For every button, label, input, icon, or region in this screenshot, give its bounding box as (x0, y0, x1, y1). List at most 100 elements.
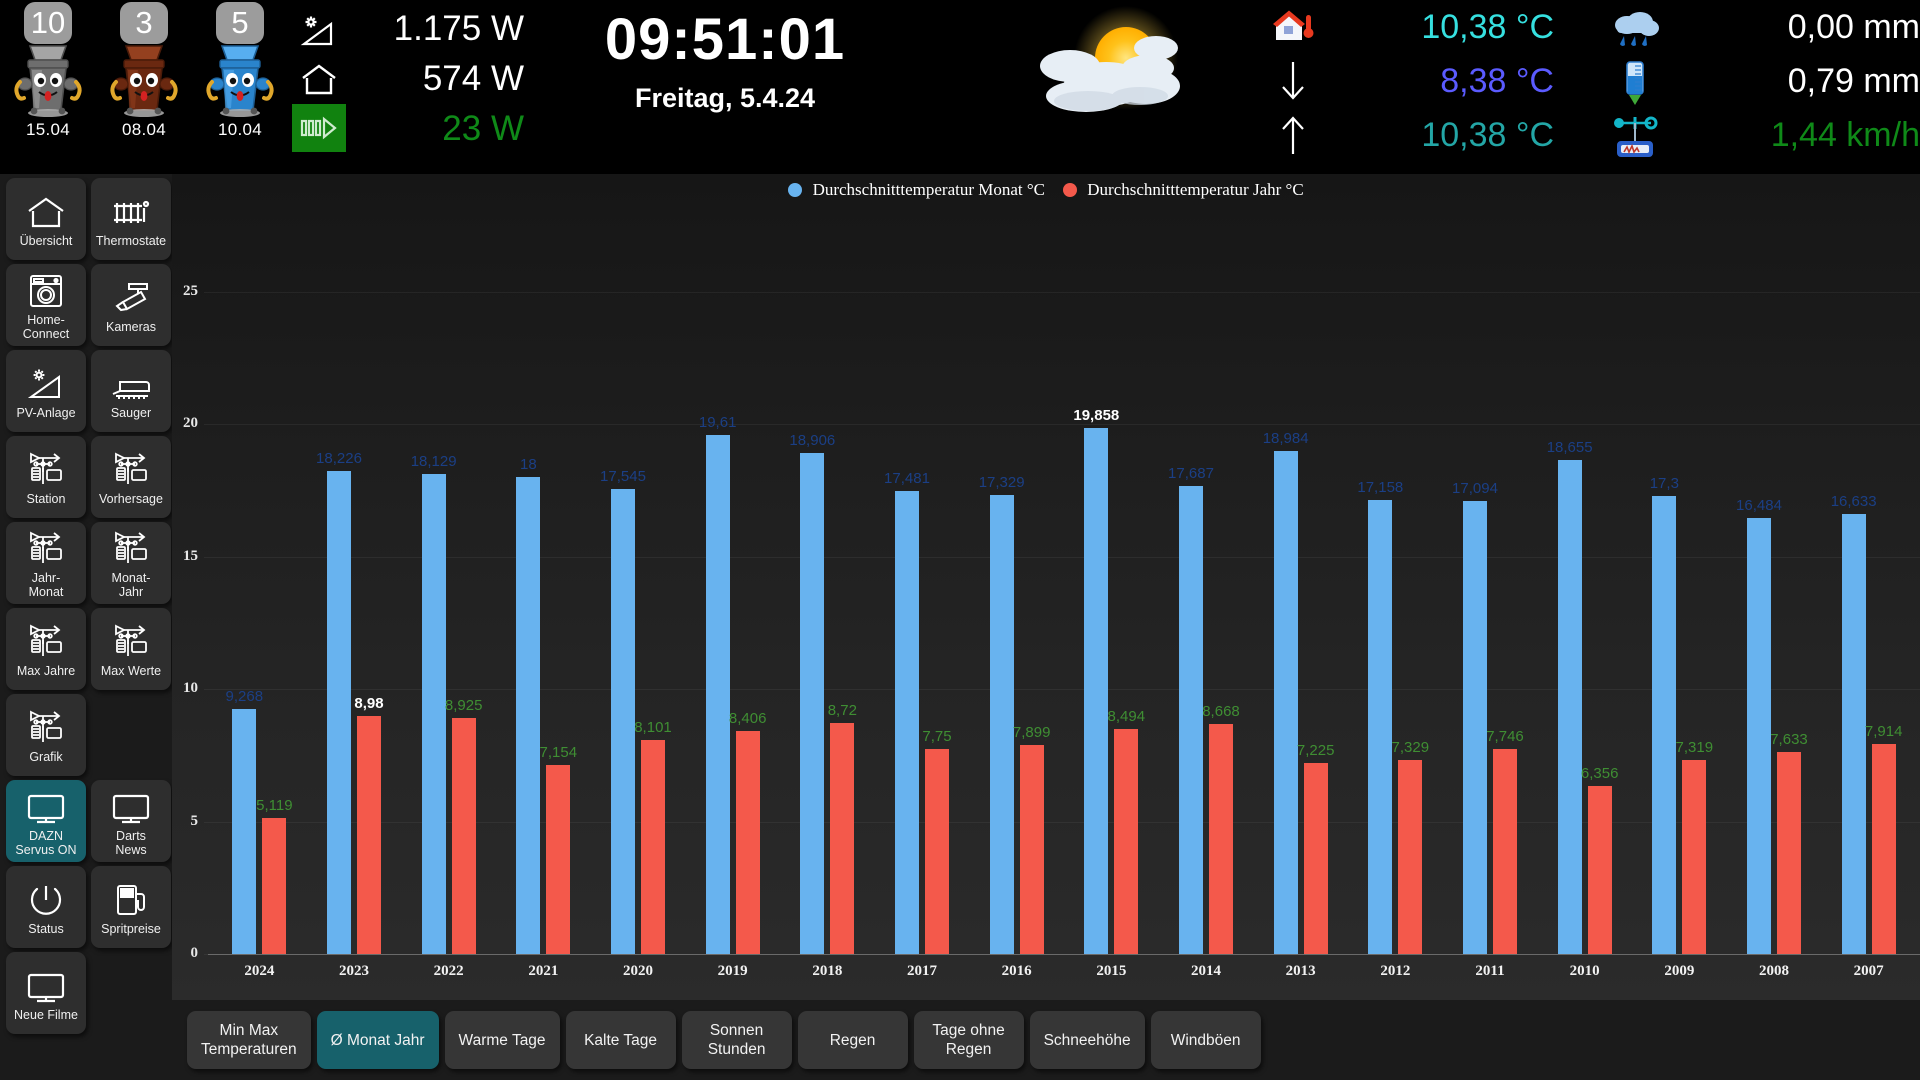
chart-mode-button-minmax-temperaturen[interactable]: Min Max Temperaturen (187, 1011, 311, 1069)
chart-plot-area[interactable]: 0 5 10 15 20 25 9,268 5,119 2024 18,226 8,98 … (172, 174, 1920, 1000)
sidebar-item-pv-anlage[interactable]: PV-Anlage (6, 350, 86, 432)
chart-mode-button-tageohne-regen[interactable]: Tage ohne Regen (913, 1011, 1024, 1069)
bar-group-2020[interactable]: 17,545 8,101 (600, 292, 672, 954)
bar-monat-2021[interactable] (516, 477, 541, 954)
bar-group-2022[interactable]: 18,129 8,925 (411, 292, 482, 954)
chart-mode-button-regen[interactable]: Regen (797, 1011, 908, 1069)
bar-jahr-2020[interactable] (641, 739, 665, 954)
sidebar-item-dazn-servuson[interactable]: DAZN Servus ON (6, 780, 86, 862)
bar-monat-2023[interactable] (327, 471, 351, 954)
sidebar-item-thermostate[interactable]: Thermostate (91, 178, 171, 260)
bar-monat-2009[interactable] (1652, 495, 1677, 954)
sidebar-item-grafik[interactable]: Grafik (6, 694, 86, 776)
bar-jahr-2011[interactable] (1493, 748, 1517, 954)
bar-group-2012[interactable]: 17,158 7,329 (1357, 292, 1429, 954)
chart-mode-button-sonnen-stunden[interactable]: Sonnen Stunden (681, 1011, 792, 1069)
cctv-camera-icon (111, 276, 151, 316)
bar-jahr-2014[interactable] (1209, 724, 1233, 954)
bar-label-monat-2019: 19,61 (698, 413, 737, 431)
bar-jahr-2010[interactable] (1587, 785, 1612, 954)
bar-jahr-2024[interactable] (262, 818, 287, 954)
bar-monat-2024[interactable] (232, 708, 257, 954)
bar-label-monat-2022: 18,129 (410, 452, 457, 470)
y-axis-tick: 25 (183, 283, 198, 299)
y-axis-tick: 20 (183, 415, 198, 432)
bar-group-2019[interactable]: 19,61 8,406 (699, 292, 766, 954)
blue-bin[interactable]: 5 10.04 (192, 0, 288, 172)
sidebar-item-übersicht[interactable]: Übersicht (6, 178, 86, 260)
power-icon (29, 878, 63, 918)
sidebar-item-maxjahre[interactable]: Max Jahre (6, 608, 86, 690)
sidebar-item-maxwerte[interactable]: Max Werte (91, 608, 171, 690)
bar-jahr-2019[interactable] (735, 731, 760, 954)
sidebar-item-neuefilme[interactable]: Neue Filme (6, 952, 86, 1034)
battery-flow-icon[interactable] (290, 104, 348, 152)
brown-bin[interactable]: 3 08.04 (96, 0, 192, 172)
house-icon (26, 190, 66, 230)
sidebar-item-status[interactable]: Status (6, 866, 86, 948)
bar-monat-2015[interactable] (1084, 428, 1109, 954)
sidebar-item-station[interactable]: Station (6, 436, 86, 518)
bar-label-jahr-2021: 7,154 (539, 743, 578, 761)
bar-monat-2022[interactable] (421, 473, 446, 954)
grey-bin-illustration (8, 40, 88, 118)
bar-monat-2010[interactable] (1557, 460, 1582, 954)
bar-jahr-2008[interactable] (1777, 751, 1801, 954)
bar-jahr-2022[interactable] (451, 717, 476, 954)
chart-mode-button-warmetage[interactable]: Warme Tage (444, 1011, 560, 1069)
bar-label-jahr-2017: 7,75 (922, 727, 952, 745)
y-axis-tick: 10 (183, 680, 198, 697)
bar-group-2021[interactable]: 18 7,154 (516, 292, 577, 954)
sidebar-item-kameras[interactable]: Kameras (91, 264, 171, 346)
x-axis-label-2011: 2011 (1475, 963, 1505, 979)
bar-jahr-2015[interactable] (1114, 729, 1139, 954)
bar-jahr-2009[interactable] (1682, 760, 1707, 954)
bar-group-2009[interactable]: 17,3 7,319 (1650, 292, 1713, 954)
chart-mode-button-schneehöhe[interactable]: Schneehöhe (1029, 1011, 1145, 1069)
bar-group-2007[interactable]: 16,633 7,914 (1831, 292, 1902, 954)
solar-panel-icon (290, 8, 348, 56)
bar-group-2008[interactable]: 16,484 7,633 (1736, 292, 1808, 954)
bar-monat-2017[interactable] (895, 491, 919, 954)
chart-mode-button-label: Tage ohne Regen (932, 1022, 1005, 1058)
bar-group-2023[interactable]: 18,226 8,98 (316, 292, 384, 954)
bar-group-2013[interactable]: 18,984 7,225 (1263, 292, 1334, 954)
bar-jahr-2021[interactable] (546, 764, 571, 954)
x-axis-line (208, 954, 1920, 955)
bar-group-2010[interactable]: 18,655 6,356 (1547, 292, 1618, 954)
sidebar-item-jahr--monat[interactable]: Jahr- Monat (6, 522, 86, 604)
anemometer-icon (1600, 110, 1670, 164)
bar-jahr-2016[interactable] (1019, 744, 1044, 954)
bar-label-jahr-2007: 7,914 (1864, 723, 1903, 741)
sidebar-item-vorhersage[interactable]: Vorhersage (91, 436, 171, 518)
bar-group-2016[interactable]: 17,329 7,899 (979, 292, 1050, 954)
sidebar-item-spritpreise[interactable]: Spritpreise (91, 866, 171, 948)
sidebar-item-home--connect[interactable]: Home- Connect (6, 264, 86, 346)
bar-group-2015[interactable]: 19,858 8,494 (1073, 292, 1145, 954)
bar-monat-2019[interactable] (705, 434, 730, 954)
bar-group-2011[interactable]: 17,094 7,746 (1452, 292, 1524, 954)
arrow-down-icon (1262, 54, 1324, 108)
sidebar-item-label: Neue Filme (14, 1008, 78, 1022)
chart-mode-button-kaltetage[interactable]: Kalte Tage (565, 1011, 676, 1069)
bar-jahr-2023[interactable] (357, 716, 381, 954)
bar-jahr-2012[interactable] (1398, 759, 1423, 954)
sidebar-item-label: Max Jahre (16, 664, 76, 678)
temperature-value-1: 8,38 °C (1440, 62, 1554, 100)
chart-mode-button-monatjahr[interactable]: Ø Monat Jahr (316, 1011, 439, 1069)
bar-label-monat-2017: 17,481 (884, 470, 930, 488)
bar-jahr-2017[interactable] (925, 748, 949, 954)
bar-jahr-2013[interactable] (1303, 762, 1328, 954)
bar-group-2017[interactable]: 17,481 7,75 (884, 292, 952, 954)
bar-monat-2012[interactable] (1368, 499, 1393, 954)
bar-group-2018[interactable]: 18,906 8,72 (789, 292, 857, 954)
bar-group-2024[interactable]: 9,268 5,119 (226, 292, 293, 954)
bar-jahr-2007[interactable] (1871, 744, 1896, 954)
x-axis-label-2020: 2020 (623, 963, 653, 979)
bar-monat-2013[interactable] (1273, 451, 1298, 954)
bar-label-jahr-2020: 8,101 (634, 718, 672, 736)
grey-bin[interactable]: 10 15.04 (0, 0, 96, 172)
bar-jahr-2018[interactable] (830, 723, 855, 954)
chart-mode-button-windböen[interactable]: Windböen (1150, 1011, 1261, 1069)
bar-group-2014[interactable]: 17,687 8,668 (1168, 292, 1240, 954)
